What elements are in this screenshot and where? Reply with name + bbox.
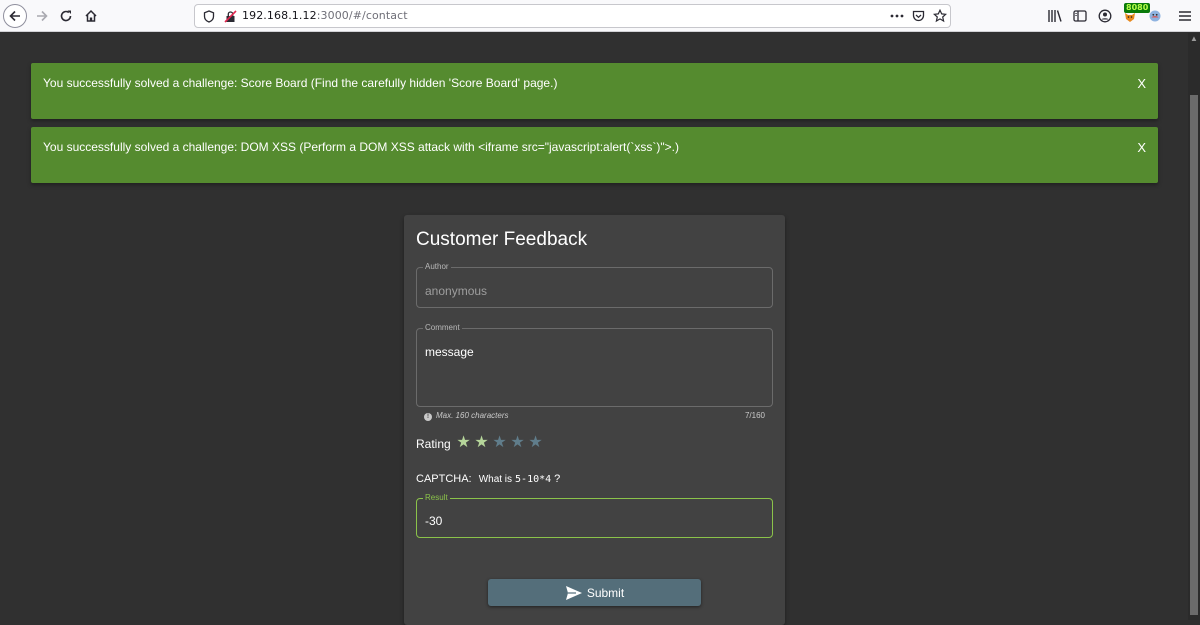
pocket-icon[interactable] bbox=[910, 8, 926, 24]
captcha-label: CAPTCHA: bbox=[416, 473, 472, 485]
scroll-up-icon[interactable]: ▲ bbox=[1188, 33, 1200, 45]
close-toast-button[interactable]: X bbox=[1137, 140, 1146, 155]
toast-message: You successfully solved a challenge: Sco… bbox=[43, 76, 558, 90]
rating-label: Rating bbox=[416, 437, 451, 451]
close-toast-button[interactable]: X bbox=[1137, 76, 1146, 91]
home-icon[interactable] bbox=[79, 4, 103, 28]
bookmark-star-icon[interactable] bbox=[932, 8, 948, 24]
more-icon[interactable] bbox=[889, 8, 905, 24]
challenge-solved-toast: You successfully solved a challenge: Sco… bbox=[31, 63, 1158, 119]
star-icon[interactable]: ★ bbox=[527, 434, 544, 452]
author-value: anonymous bbox=[425, 284, 488, 298]
captcha-question: CAPTCHA: What is 5-10*4? bbox=[416, 473, 560, 485]
menu-icon[interactable] bbox=[1173, 4, 1197, 28]
star-icon[interactable]: ★ bbox=[473, 434, 490, 452]
star-icon[interactable]: ★ bbox=[509, 434, 526, 452]
comment-label: Comment bbox=[423, 323, 462, 332]
max-characters-hint: ! Max. 160 characters bbox=[424, 411, 508, 421]
account-icon[interactable] bbox=[1093, 4, 1117, 28]
forward-icon[interactable] bbox=[30, 4, 54, 28]
comment-textarea[interactable]: message bbox=[425, 345, 474, 359]
send-icon bbox=[565, 585, 582, 600]
author-label: Author bbox=[423, 262, 451, 271]
browser-toolbar: 192.168.1.12:3000/#/contact 8080 bbox=[0, 0, 1200, 32]
result-field[interactable]: Result -30 bbox=[416, 493, 773, 538]
star-icon[interactable]: ★ bbox=[455, 434, 472, 452]
reload-icon[interactable] bbox=[54, 4, 78, 28]
captcha-expression: 5-10*4 bbox=[515, 474, 552, 485]
page-title: Customer Feedback bbox=[416, 229, 588, 250]
comment-field[interactable]: Comment message bbox=[416, 323, 773, 407]
rating-stars[interactable]: ★ ★ ★ ★ ★ bbox=[455, 434, 544, 452]
info-icon: ! bbox=[424, 413, 432, 421]
sidebar-icon[interactable] bbox=[1068, 4, 1092, 28]
submit-label: Submit bbox=[586, 585, 625, 600]
extension-icon[interactable] bbox=[1143, 4, 1167, 28]
submit-button[interactable]: Submit bbox=[488, 579, 701, 606]
address-bar[interactable]: 192.168.1.12:3000/#/contact bbox=[194, 4, 951, 28]
library-icon[interactable] bbox=[1043, 4, 1067, 28]
captcha-suffix: ? bbox=[554, 473, 561, 485]
url-text: 192.168.1.12:3000/#/contact bbox=[242, 9, 408, 22]
author-field: Author anonymous bbox=[416, 262, 773, 308]
page-scrollbar[interactable]: ▲ bbox=[1188, 33, 1200, 620]
scrollbar-thumb[interactable] bbox=[1190, 95, 1198, 615]
back-icon[interactable] bbox=[3, 4, 27, 28]
character-count: 7/160 bbox=[744, 411, 765, 420]
insecure-lock-icon[interactable] bbox=[222, 8, 238, 24]
captcha-prefix: What is bbox=[478, 474, 513, 485]
result-input[interactable]: -30 bbox=[425, 514, 442, 528]
result-label: Result bbox=[423, 493, 450, 502]
customer-feedback-card: Customer Feedback Author anonymous Comme… bbox=[404, 215, 785, 625]
shield-icon[interactable] bbox=[201, 8, 217, 24]
challenge-solved-toast: You successfully solved a challenge: DOM… bbox=[31, 127, 1158, 183]
star-icon[interactable]: ★ bbox=[491, 434, 508, 452]
toast-message: You successfully solved a challenge: DOM… bbox=[43, 140, 679, 154]
